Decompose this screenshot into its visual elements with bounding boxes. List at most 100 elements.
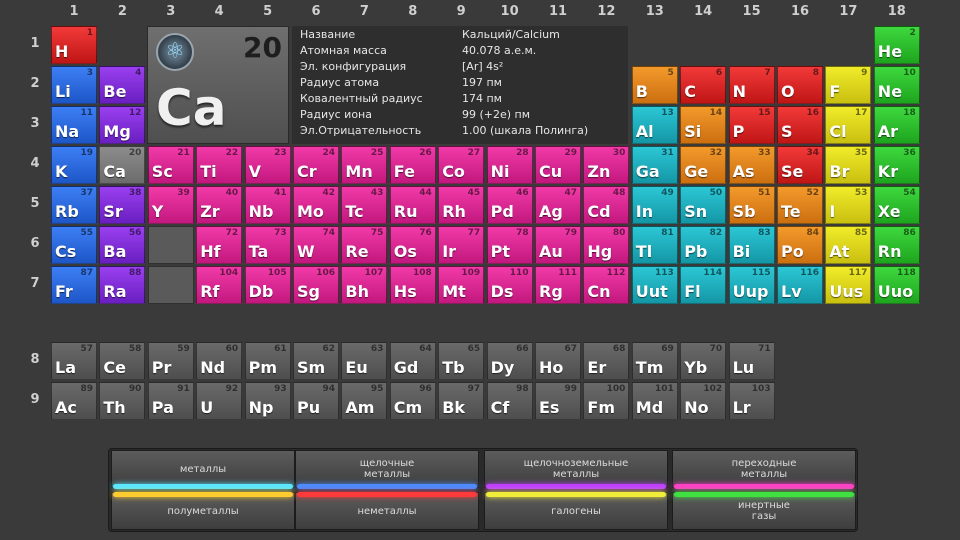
element-cell-po[interactable]: 84 Po [777, 226, 823, 264]
element-cell-er[interactable]: 68 Er [583, 342, 630, 380]
element-cell-la[interactable]: 57 La [51, 342, 97, 380]
element-cell-sm[interactable]: 62 Sm [293, 342, 339, 380]
element-cell-na[interactable]: 11 Na [51, 106, 97, 144]
element-cell-pu[interactable]: 94 Pu [293, 382, 339, 420]
element-cell-pb[interactable]: 82 Pb [680, 226, 727, 264]
element-cell-mn[interactable]: 25 Mn [341, 146, 388, 184]
element-cell-rb[interactable]: 37 Rb [51, 186, 97, 224]
element-cell-xe[interactable]: 54 Xe [873, 186, 920, 224]
element-cell-he[interactable]: 2 He [873, 26, 920, 64]
element-cell-fm[interactable]: 100 Fm [583, 382, 630, 420]
element-cell-ni[interactable]: 28 Ni [486, 146, 533, 184]
element-cell-ce[interactable]: 58 Ce [99, 342, 146, 380]
element-cell-sg[interactable]: 106 Sg [293, 266, 339, 304]
element-cell-dy[interactable]: 66 Dy [486, 342, 533, 380]
element-cell-ir[interactable]: 77 Ir [438, 226, 485, 264]
element-cell-cd[interactable]: 48 Cd [583, 186, 630, 224]
element-cell-be[interactable]: 4 Be [99, 66, 146, 104]
element-cell-cl[interactable]: 17 Cl [825, 106, 872, 144]
element-cell-uup[interactable]: 115 Uup [728, 266, 775, 304]
element-cell-y[interactable]: 39 Y [147, 186, 194, 224]
element-cell-li[interactable]: 3 Li [51, 66, 97, 104]
element-cell-pt[interactable]: 78 Pt [486, 226, 533, 264]
element-cell-nd[interactable]: 60 Nd [196, 342, 243, 380]
element-cell-cm[interactable]: 96 Cm [389, 382, 436, 420]
element-cell-in[interactable]: 49 In [631, 186, 678, 224]
element-cell-mo[interactable]: 42 Mo [293, 186, 339, 224]
element-cell-cr[interactable]: 24 Cr [293, 146, 339, 184]
element-cell-cn[interactable]: 112 Cn [583, 266, 630, 304]
element-cell-sc[interactable]: 21 Sc [147, 146, 194, 184]
element-cell-al[interactable]: 13 Al [631, 106, 678, 144]
atom-icon[interactable]: ⚛ [156, 33, 194, 71]
element-cell-tl[interactable]: 81 Tl [631, 226, 678, 264]
element-cell-ra[interactable]: 88 Ra [99, 266, 146, 304]
element-cell-eu[interactable]: 63 Eu [341, 342, 388, 380]
element-cell-ti[interactable]: 22 Ti [196, 146, 243, 184]
element-cell-uut[interactable]: 113 Uut [631, 266, 678, 304]
element-cell-kr[interactable]: 36 Kr [873, 146, 920, 184]
element-cell-md[interactable]: 101 Md [631, 382, 678, 420]
element-cell-s[interactable]: 16 S [777, 106, 823, 144]
element-cell-c[interactable]: 6C [680, 66, 727, 104]
element-cell-as[interactable]: 33 As [728, 146, 775, 184]
element-cell-tm[interactable]: 69 Tm [631, 342, 678, 380]
element-cell-ge[interactable]: 32 Ge [680, 146, 727, 184]
legend-button[interactable]: инертные газы [672, 492, 856, 530]
element-cell-lu[interactable]: 71 Lu [728, 342, 775, 380]
element-cell-pd[interactable]: 46 Pd [486, 186, 533, 224]
element-cell-mt[interactable]: 109 Mt [438, 266, 485, 304]
element-cell-es[interactable]: 99 Es [535, 382, 581, 420]
element-cell-sn[interactable]: 50 Sn [680, 186, 727, 224]
element-cell-f[interactable]: 9F [825, 66, 872, 104]
element-cell-ru[interactable]: 44 Ru [389, 186, 436, 224]
legend-button[interactable]: неметаллы [295, 492, 479, 530]
element-cell-ds[interactable]: 110 Ds [486, 266, 533, 304]
element-cell-uuo[interactable]: 118 Uuo [873, 266, 920, 304]
element-cell-w[interactable]: 74 W [293, 226, 339, 264]
element-cell-b[interactable]: 5B [631, 66, 678, 104]
element-cell-zn[interactable]: 30 Zn [583, 146, 630, 184]
element-cell-ac[interactable]: 89 Ac [51, 382, 97, 420]
element-cell-hg[interactable]: 80 Hg [583, 226, 630, 264]
element-cell-at[interactable]: 85 At [825, 226, 872, 264]
element-cell-se[interactable]: 34 Se [777, 146, 823, 184]
element-cell-rf[interactable]: 104 Rf [196, 266, 243, 304]
element-cell-db[interactable]: 105 Db [244, 266, 291, 304]
element-cell-yb[interactable]: 70 Yb [680, 342, 727, 380]
element-cell-ba[interactable]: 56 Ba [99, 226, 146, 264]
element-cell-tc[interactable]: 43 Tc [341, 186, 388, 224]
element-cell-lr[interactable]: 103 Lr [728, 382, 775, 420]
element-cell-k[interactable]: 19 K [51, 146, 97, 184]
element-cell-os[interactable]: 76 Os [389, 226, 436, 264]
element-cell-np[interactable]: 93 Np [244, 382, 291, 420]
legend-button[interactable]: полуметаллы [111, 492, 295, 530]
element-cell-no[interactable]: 102 No [680, 382, 727, 420]
element-cell-o[interactable]: 8O [777, 66, 823, 104]
element-cell-gd[interactable]: 64 Gd [389, 342, 436, 380]
element-cell-rn[interactable]: 86 Rn [873, 226, 920, 264]
element-cell-uus[interactable]: 117 Uus [825, 266, 872, 304]
legend-button[interactable]: щелочноземельные металлы [484, 450, 668, 488]
element-cell-rh[interactable]: 45 Rh [438, 186, 485, 224]
element-cell-si[interactable]: 14 Si [680, 106, 727, 144]
element-cell-th[interactable]: 90 Th [99, 382, 146, 420]
element-cell-mg[interactable]: 12 Mg [99, 106, 146, 144]
element-cell-rg[interactable]: 111 Rg [535, 266, 581, 304]
element-cell-pa[interactable]: 91 Pa [147, 382, 194, 420]
element-cell-pm[interactable]: 61 Pm [244, 342, 291, 380]
element-cell-fr[interactable]: 87 Fr [51, 266, 97, 304]
element-cell-ar[interactable]: 18 Ar [873, 106, 920, 144]
legend-button[interactable]: щелочные металлы [295, 450, 479, 488]
element-cell-pr[interactable]: 59 Pr [147, 342, 194, 380]
element-cell-re[interactable]: 75 Re [341, 226, 388, 264]
element-cell-fe[interactable]: 26 Fe [389, 146, 436, 184]
element-cell-u[interactable]: 92 U [196, 382, 243, 420]
element-cell-te[interactable]: 52 Te [777, 186, 823, 224]
element-cell-lv[interactable]: 116 Lv [777, 266, 823, 304]
element-cell-cs[interactable]: 55 Cs [51, 226, 97, 264]
element-cell-nb[interactable]: 41 Nb [244, 186, 291, 224]
element-cell-i[interactable]: 53 I [825, 186, 872, 224]
element-cell-bh[interactable]: 107 Bh [341, 266, 388, 304]
element-cell-ca[interactable]: 20 Ca [99, 146, 146, 184]
